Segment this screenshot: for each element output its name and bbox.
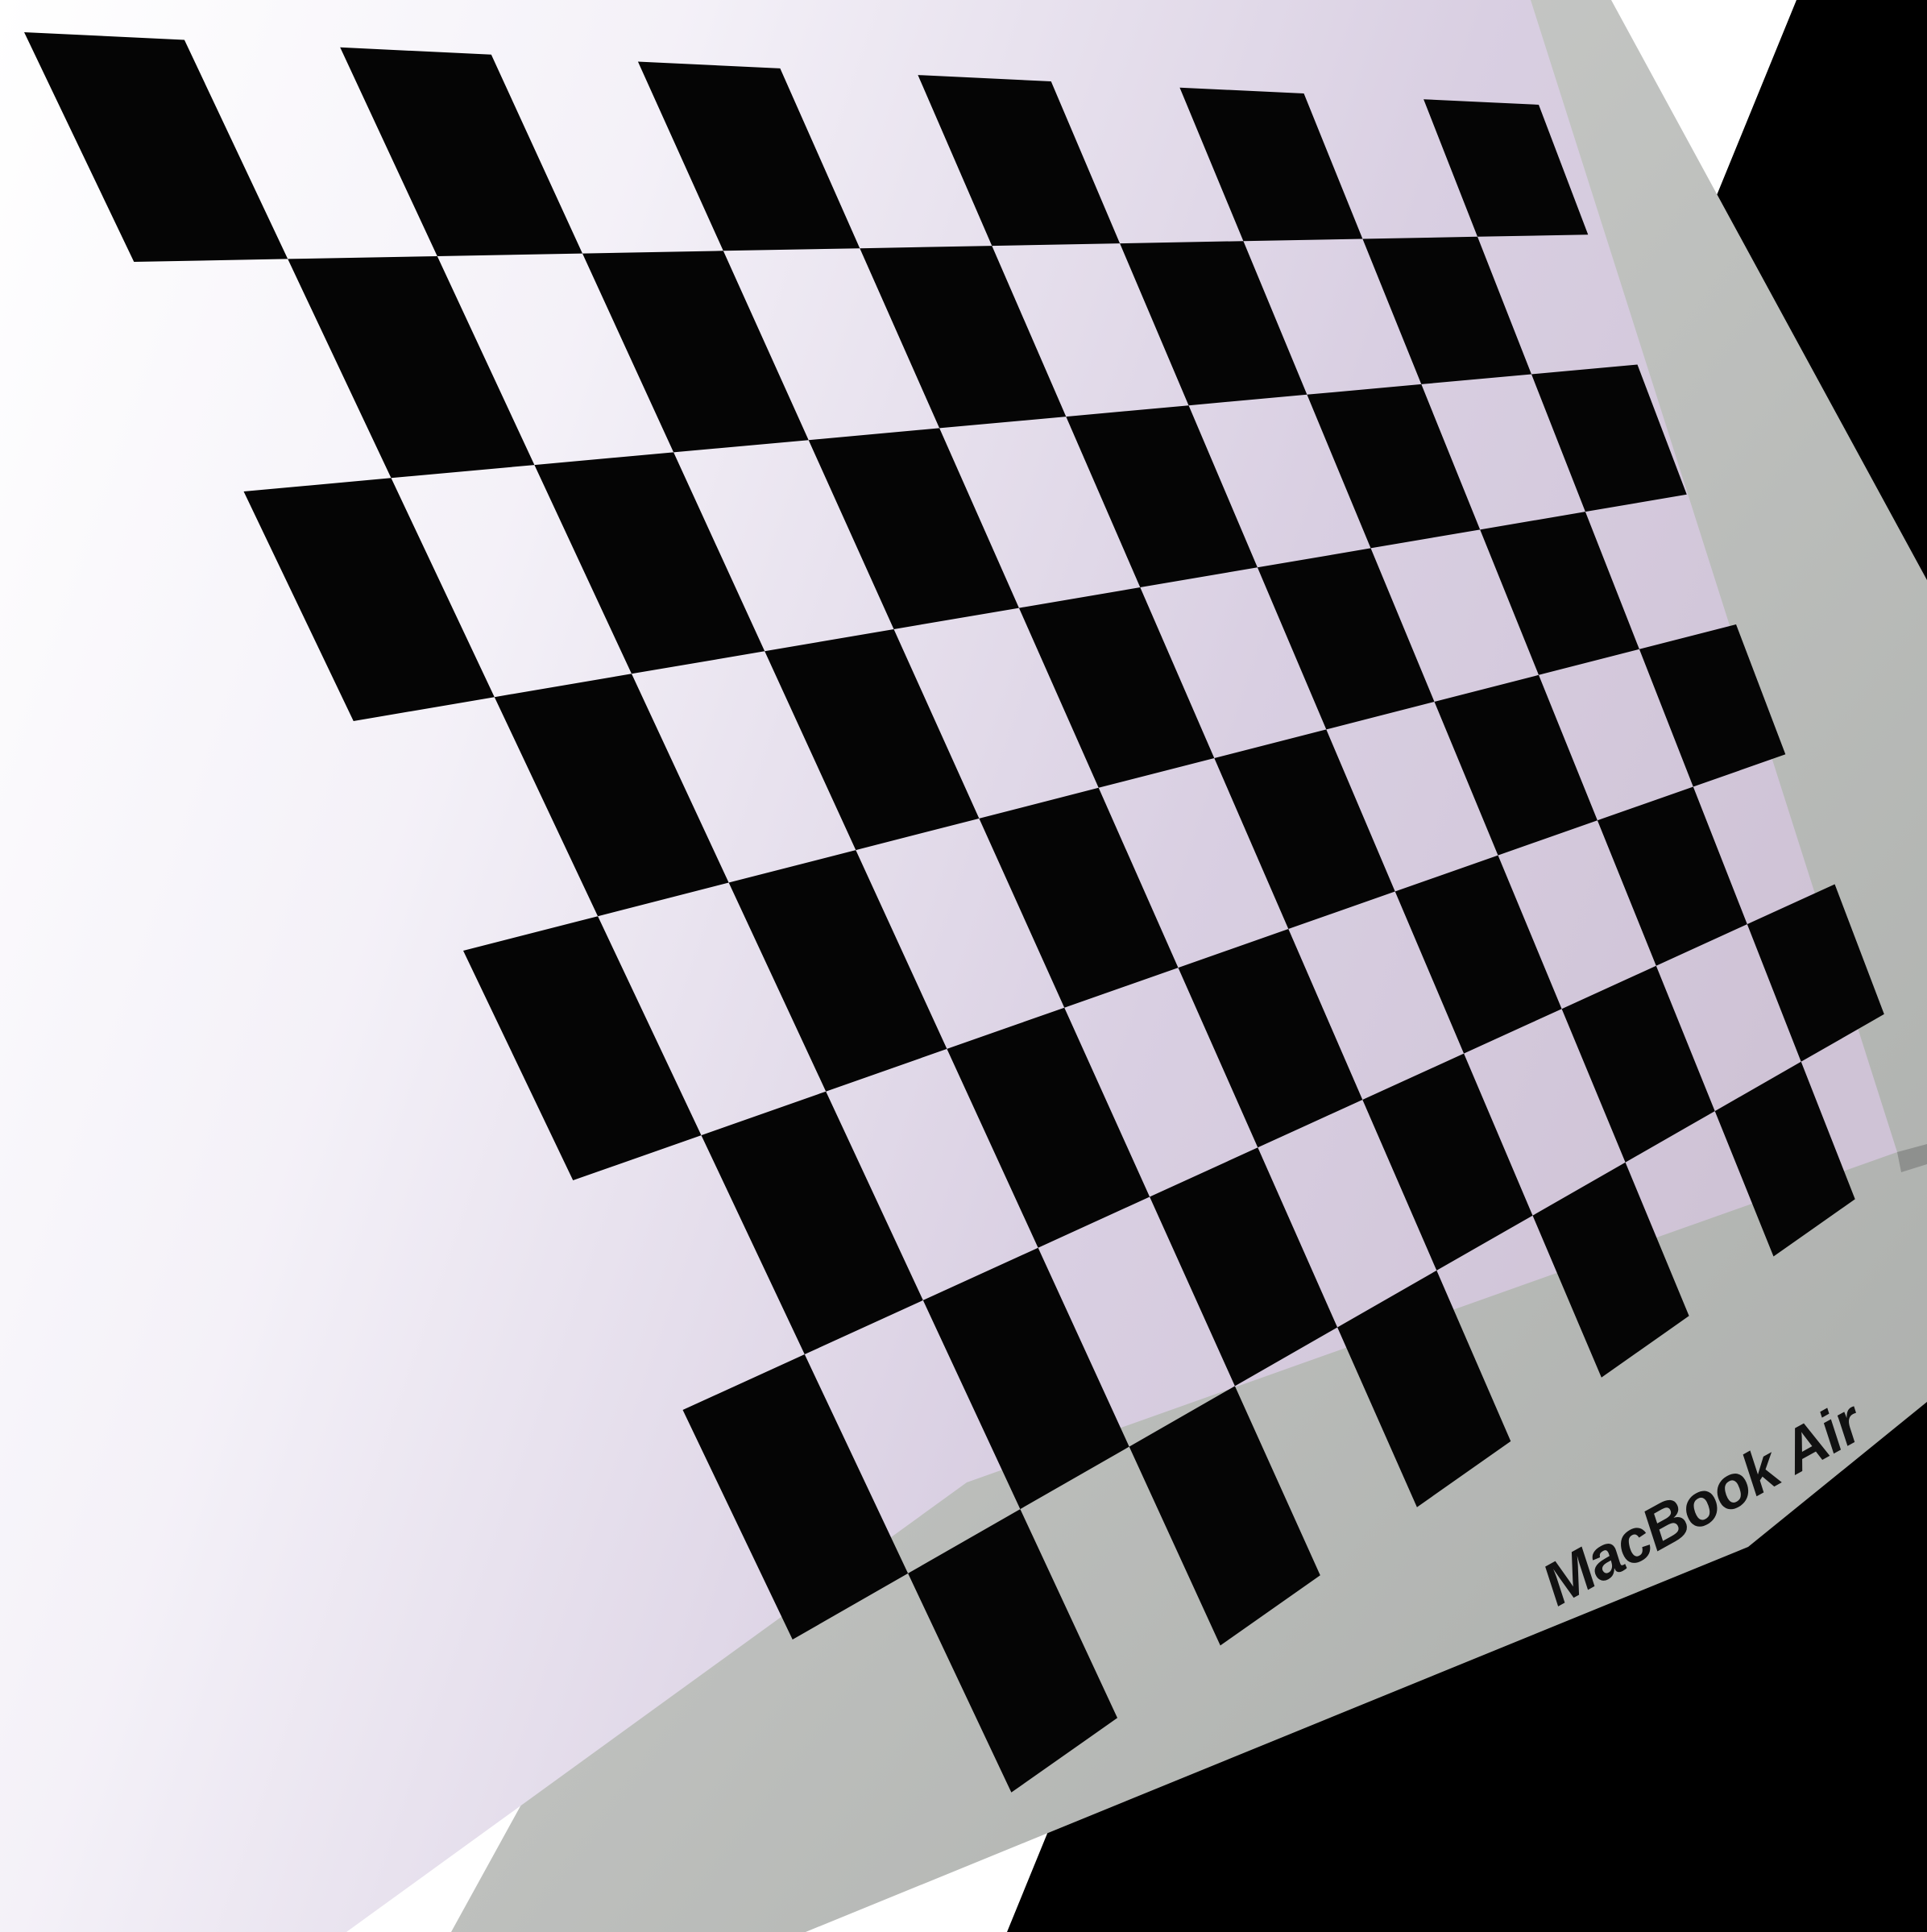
laptop-scene — [0, 0, 1927, 1932]
laptop-photo: MacBook Air — [0, 0, 1927, 1932]
